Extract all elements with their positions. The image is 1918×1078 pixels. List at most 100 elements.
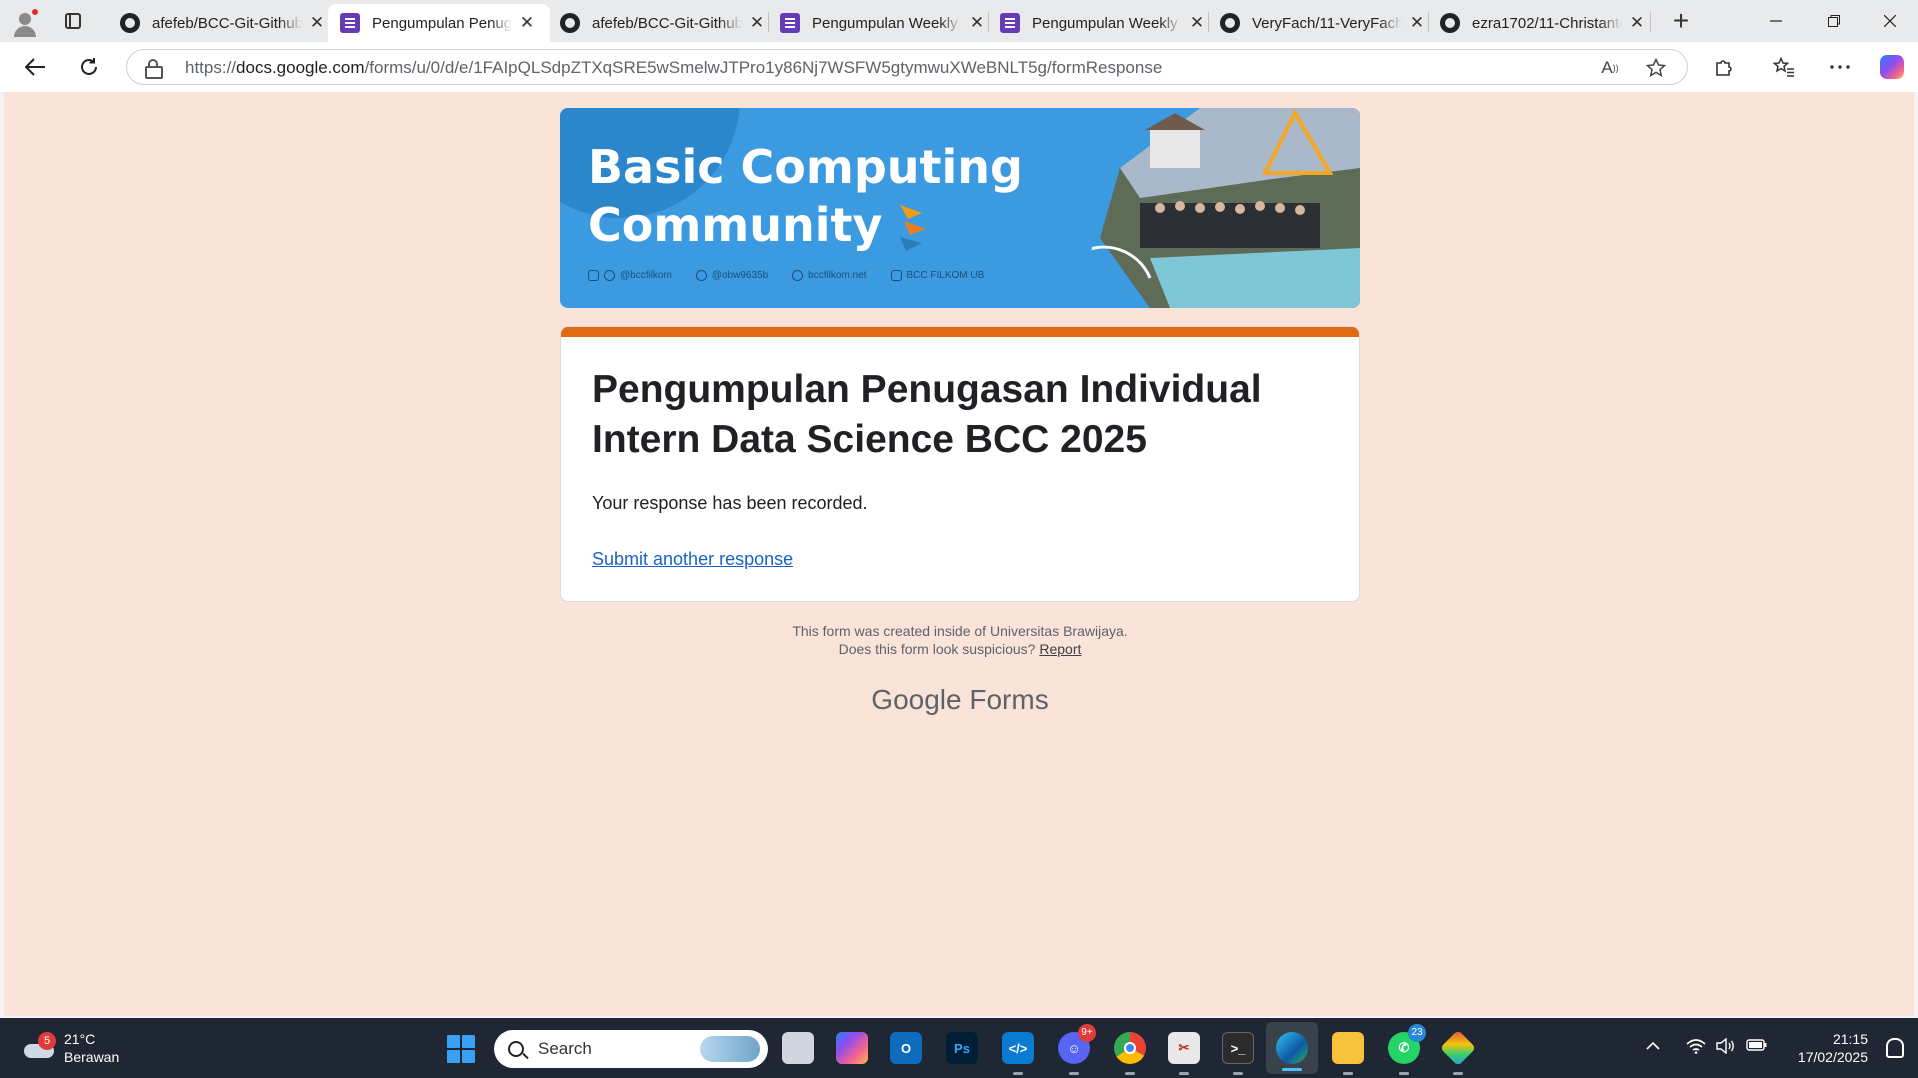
form-page: Basic Computing Community @bccfilkom @ob… bbox=[4, 92, 1914, 1016]
snipping-tool-icon: ✂ bbox=[1168, 1032, 1200, 1064]
close-tab-icon[interactable]: ✕ bbox=[306, 13, 328, 33]
taskbar-vscode[interactable]: </> bbox=[992, 1018, 1044, 1078]
tiktok-icon bbox=[604, 270, 615, 281]
tab-label: Pengumpulan Penugasan Individual bbox=[372, 14, 512, 32]
tab-strip: afefeb/BCC-Git-Github ✕ Pengumpulan Penu… bbox=[0, 0, 1918, 42]
minimize-button[interactable] bbox=[1748, 0, 1804, 42]
close-tab-icon[interactable]: ✕ bbox=[746, 13, 768, 33]
battery-icon[interactable] bbox=[1746, 1038, 1768, 1057]
tab-label: Pengumpulan Weekly bbox=[1032, 14, 1178, 32]
new-tab-button[interactable]: + bbox=[1664, 4, 1698, 38]
taskbar-task-view[interactable] bbox=[772, 1018, 824, 1078]
vscode-icon: </> bbox=[1002, 1032, 1034, 1064]
close-tab-icon[interactable]: ✕ bbox=[1406, 13, 1428, 33]
task-view-icon bbox=[782, 1032, 814, 1064]
back-button[interactable] bbox=[18, 50, 52, 84]
banner-title: Basic Computing Community bbox=[588, 138, 1023, 254]
extensions-icon[interactable] bbox=[1708, 51, 1740, 83]
close-tab-icon[interactable]: ✕ bbox=[966, 13, 988, 33]
taskbar-file-explorer[interactable] bbox=[1322, 1018, 1374, 1078]
address-bar[interactable]: https://docs.google.com/forms/u/0/d/e/1F… bbox=[126, 49, 1688, 85]
confirmation-message: Your response has been recorded. bbox=[592, 493, 868, 513]
running-indicator bbox=[1399, 1072, 1409, 1075]
restore-button[interactable] bbox=[1806, 0, 1862, 42]
edge-icon bbox=[1276, 1032, 1308, 1064]
close-icon bbox=[1884, 15, 1896, 27]
tab-github-4[interactable]: ezra1702/11-Christanto ✕ bbox=[1428, 4, 1658, 42]
taskbar-snipping-tool[interactable]: ✂ bbox=[1158, 1018, 1210, 1078]
social-label: @bccfilkom bbox=[620, 270, 672, 281]
volume-icon[interactable] bbox=[1716, 1037, 1736, 1059]
google-forms-logo[interactable]: Google Forms bbox=[560, 684, 1360, 716]
terminal-icon: >_ bbox=[1222, 1032, 1254, 1064]
settings-more-icon[interactable] bbox=[1824, 51, 1856, 83]
instagram-icon bbox=[588, 270, 599, 281]
tab-github-1[interactable]: afefeb/BCC-Git-Github ✕ bbox=[108, 4, 338, 42]
taskbar-chrome[interactable] bbox=[1104, 1018, 1156, 1078]
cloudy-weather-icon: 5 bbox=[22, 1032, 56, 1060]
read-aloud-icon[interactable]: A)) bbox=[1597, 56, 1623, 80]
line-icon bbox=[695, 270, 707, 281]
social-website: bccfilkom.net bbox=[792, 270, 867, 281]
tab-forms-weekly-2[interactable]: Pengumpulan Weekly ✕ bbox=[988, 4, 1218, 42]
profile-avatar[interactable] bbox=[10, 7, 40, 37]
forms-wordmark: Forms bbox=[969, 684, 1049, 715]
site-info-lock-icon[interactable] bbox=[145, 59, 163, 79]
running-indicator bbox=[1013, 1072, 1023, 1075]
bcc-logo-icon bbox=[900, 205, 926, 251]
tab-label: Pengumpulan Weekly bbox=[812, 14, 958, 32]
weather-badge: 5 bbox=[38, 1032, 56, 1050]
tab-github-2[interactable]: afefeb/BCC-Git-Github ✕ bbox=[548, 4, 778, 42]
suspicious-text: Does this form look suspicious? bbox=[838, 641, 1036, 657]
taskbar-git-tool[interactable] bbox=[1432, 1018, 1484, 1078]
taskbar-search[interactable]: Search bbox=[494, 1030, 768, 1068]
url-text[interactable]: https://docs.google.com/forms/u/0/d/e/1F… bbox=[185, 58, 1162, 78]
github-icon bbox=[1440, 13, 1460, 33]
favorites-icon[interactable] bbox=[1768, 51, 1800, 83]
github-icon bbox=[560, 13, 580, 33]
active-indicator bbox=[1282, 1068, 1302, 1071]
social-label: bccfilkom.net bbox=[808, 270, 867, 281]
weather-widget[interactable]: 5 21°C Berawan bbox=[22, 1030, 119, 1066]
copilot-icon[interactable] bbox=[1876, 51, 1908, 83]
tab-label: ezra1702/11-Christanto bbox=[1472, 14, 1622, 32]
tab-label: afefeb/BCC-Git-Github bbox=[152, 14, 302, 32]
tab-github-3[interactable]: VeryFach/11-VeryFach ✕ bbox=[1208, 4, 1438, 42]
report-link[interactable]: Report bbox=[1039, 641, 1081, 657]
taskbar-terminal[interactable]: >_ bbox=[1212, 1018, 1264, 1078]
github-icon bbox=[1220, 13, 1240, 33]
clock-date: 17/02/2025 bbox=[1797, 1049, 1868, 1065]
taskbar-edge[interactable] bbox=[1266, 1022, 1318, 1074]
running-indicator bbox=[1179, 1072, 1189, 1075]
restore-icon bbox=[1828, 15, 1840, 27]
running-indicator bbox=[1453, 1072, 1463, 1075]
taskbar-whatsapp[interactable]: ✆ 23 bbox=[1378, 1018, 1430, 1078]
close-tab-icon[interactable]: ✕ bbox=[516, 13, 538, 33]
tab-forms-active[interactable]: Pengumpulan Penugasan Individual ✕ bbox=[328, 4, 550, 42]
notification-bell-icon[interactable] bbox=[1886, 1038, 1904, 1058]
tab-forms-weekly-1[interactable]: Pengumpulan Weekly ✕ bbox=[768, 4, 998, 42]
start-button[interactable] bbox=[447, 1035, 475, 1063]
close-window-button[interactable] bbox=[1862, 0, 1918, 42]
taskbar-copilot[interactable] bbox=[826, 1018, 878, 1078]
social-label: BCC FILKOM UB bbox=[906, 270, 985, 281]
show-hidden-icons-chevron-up-icon[interactable] bbox=[1646, 1038, 1660, 1056]
chrome-icon bbox=[1114, 1032, 1146, 1064]
running-indicator bbox=[1069, 1072, 1079, 1075]
search-highlight-image bbox=[700, 1036, 760, 1062]
favorite-star-icon[interactable] bbox=[1643, 56, 1669, 80]
close-tab-icon[interactable]: ✕ bbox=[1186, 13, 1208, 33]
reload-button[interactable] bbox=[72, 50, 106, 84]
taskbar-outlook[interactable]: O bbox=[880, 1018, 932, 1078]
system-clock[interactable]: 21:15 17/02/2025 bbox=[1798, 1030, 1868, 1066]
wifi-icon[interactable] bbox=[1686, 1038, 1706, 1059]
confirmation-card: Pengumpulan Penugasan Individual Intern … bbox=[560, 326, 1360, 602]
submit-another-response-link[interactable]: Submit another response bbox=[592, 549, 793, 570]
taskbar-photoshop[interactable]: Ps bbox=[936, 1018, 988, 1078]
outlook-icon: O bbox=[890, 1032, 922, 1064]
taskbar-discord[interactable]: ☺ 9+ bbox=[1048, 1018, 1100, 1078]
social-line: @obw9635b bbox=[695, 270, 768, 281]
git-tool-icon bbox=[1439, 1029, 1477, 1067]
close-tab-icon[interactable]: ✕ bbox=[1626, 13, 1648, 33]
tab-actions-icon[interactable] bbox=[60, 9, 86, 33]
